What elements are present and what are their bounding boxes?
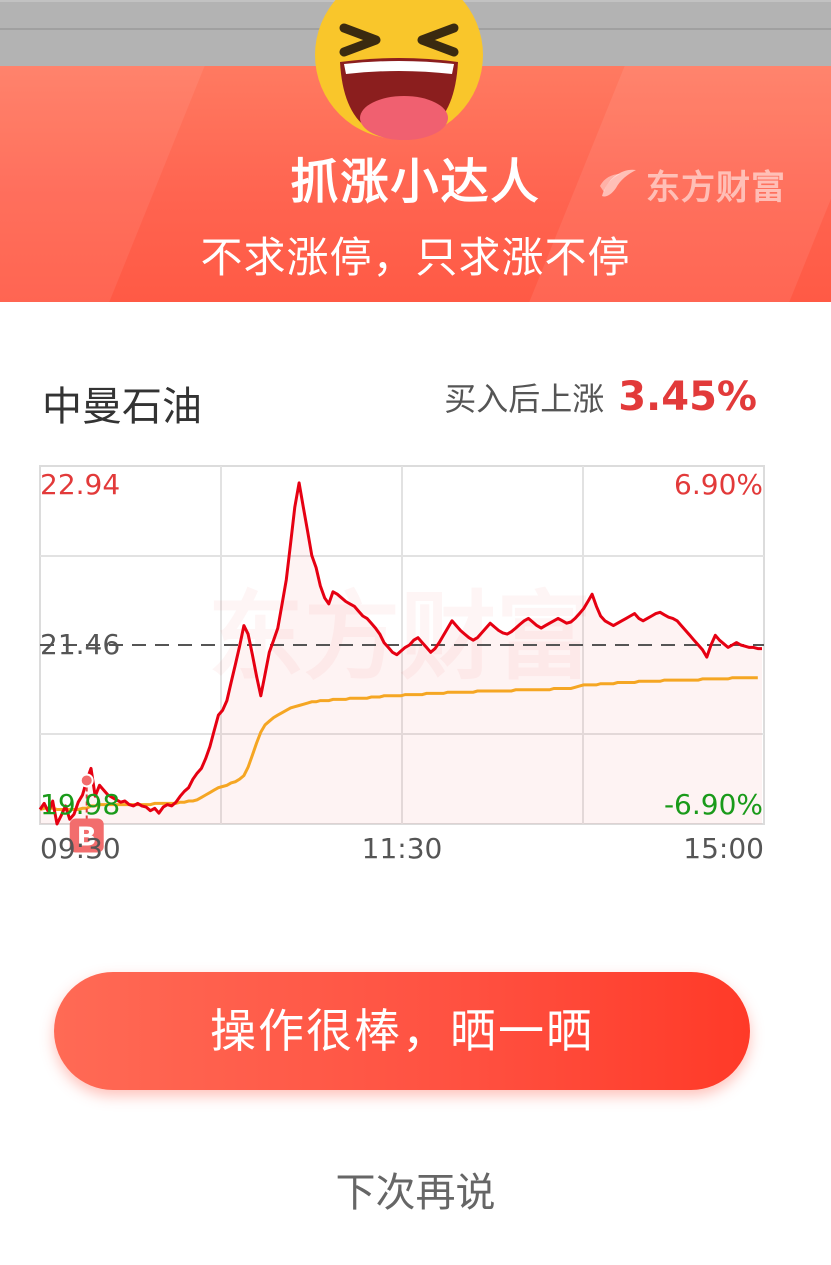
gain-label: 买入后上涨 [444, 380, 605, 418]
stock-name: 中曼石油 [42, 384, 202, 430]
price-low-label: 19.98 [40, 788, 120, 821]
time-label-noon: 11:30 [362, 832, 443, 865]
buy-point-dot [79, 773, 94, 788]
gain-value: 3.45% [618, 374, 757, 420]
pct-low-label: -6.90% [664, 788, 763, 821]
intraday-chart: 东方财富 B 22.94 21.46 19.98 6.90% -6.90% 09… [38, 465, 765, 865]
price-mid-label: 21.46 [40, 628, 120, 661]
pct-high-label: 6.90% [674, 468, 763, 501]
banner-title: 抓涨小达人 [290, 154, 541, 210]
time-label-close: 15:00 [683, 832, 764, 865]
gain-summary: 买入后上涨 3.45% [444, 374, 757, 420]
later-link[interactable]: 下次再说 [0, 1160, 831, 1218]
share-button[interactable]: 操作很棒，晒一晒 [54, 972, 750, 1090]
time-label-open: 09:30 [40, 832, 121, 865]
price-high-label: 22.94 [40, 468, 120, 501]
banner-subtitle: 不求涨停，只求涨不停 [200, 233, 631, 282]
laughing-emoji-icon [315, 0, 483, 140]
